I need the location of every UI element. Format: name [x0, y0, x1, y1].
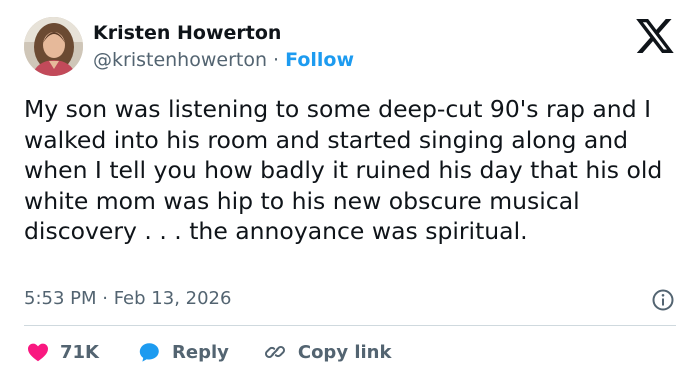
copy-link-label: Copy link	[297, 341, 392, 363]
like-button[interactable]: 71K	[26, 340, 99, 364]
author-handle-line: @kristenhowerton · Follow	[93, 49, 354, 71]
handle-separator: ·	[267, 49, 286, 71]
author-name[interactable]: Kristen Howerton	[93, 22, 281, 44]
post-card: Kristen Howerton @kristenhowerton · Foll…	[0, 0, 700, 379]
divider	[24, 325, 676, 326]
post-timestamp[interactable]: 5:53 PM · Feb 13, 2026	[24, 288, 231, 309]
post-text: My son was listening to some deep-cut 90…	[24, 95, 663, 245]
author-handle[interactable]: @kristenhowerton	[93, 49, 267, 71]
reply-bubble-icon	[139, 343, 159, 362]
reply-label: Reply	[172, 341, 229, 363]
x-logo-icon[interactable]	[636, 19, 674, 53]
avatar[interactable]	[24, 17, 83, 76]
info-icon[interactable]	[651, 288, 675, 312]
action-bar: 71K Reply Copy link	[24, 337, 391, 367]
heart-icon	[28, 343, 48, 362]
reply-button[interactable]: Reply	[137, 340, 229, 364]
copy-link-button[interactable]: Copy link	[263, 340, 392, 364]
follow-button[interactable]: Follow	[285, 49, 354, 71]
like-count: 71K	[60, 341, 99, 363]
link-icon	[264, 346, 285, 358]
avatar-image	[24, 17, 83, 76]
